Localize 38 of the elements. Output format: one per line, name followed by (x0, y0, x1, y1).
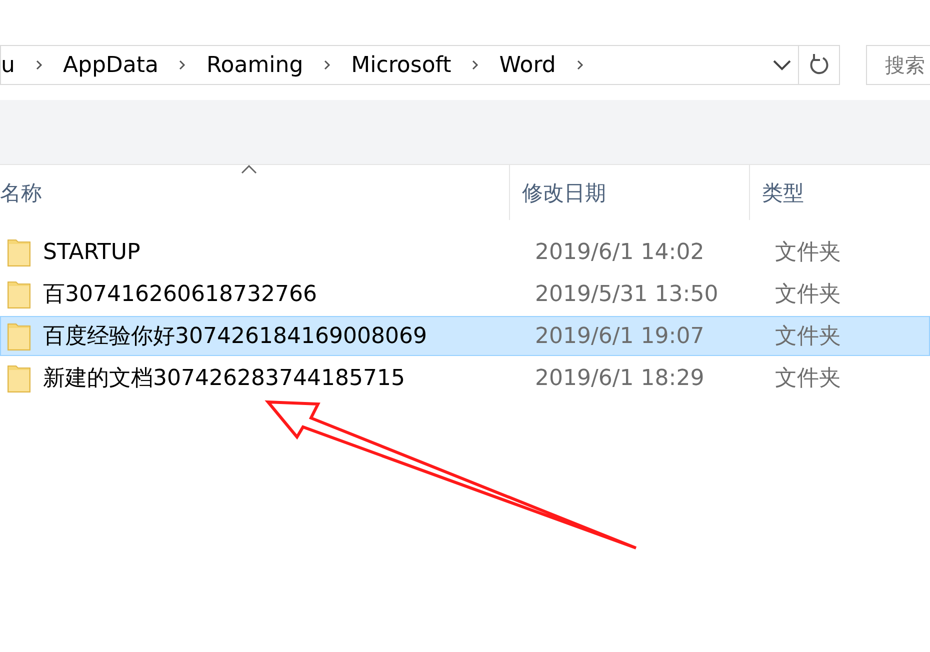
refresh-icon (808, 53, 830, 77)
breadcrumb-item[interactable]: AppData (62, 52, 158, 78)
breadcrumb-item[interactable]: Microsoft (351, 52, 452, 78)
file-row[interactable]: 百度经验你好307426184169008069 2019/6/1 19:07 文件夹 (0, 316, 930, 356)
file-type: 文件夹 (774, 365, 841, 393)
dropdown-caret-icon[interactable] (772, 59, 792, 71)
breadcrumb-item[interactable]: u (1, 52, 15, 78)
file-name: 百度经验你好307426184169008069 (43, 323, 428, 351)
search-field[interactable]: 搜索 (866, 45, 930, 85)
folder-icon (7, 363, 31, 393)
modified-date: 2019/5/31 13:50 (534, 282, 720, 306)
file-type: 文件夹 (774, 239, 841, 267)
folder-icon (7, 321, 31, 351)
file-name: STARTUP (43, 240, 142, 264)
sort-up-icon (240, 165, 256, 174)
breadcrumb-item[interactable]: Word (499, 52, 556, 78)
folder-icon (7, 279, 31, 309)
modified-date: 2019/6/1 19:07 (534, 324, 706, 348)
chevron-right-icon (323, 59, 332, 71)
file-type: 文件夹 (774, 281, 841, 309)
chevron-right-icon (471, 59, 480, 71)
chevron-right-icon (576, 59, 584, 71)
file-name: 新建的文档307426283744185715 (43, 365, 406, 393)
chevron-right-icon (34, 59, 43, 71)
refresh-button[interactable] (798, 45, 840, 85)
file-row[interactable]: 新建的文档307426283744185715 2019/6/1 18:29 文件夹 (0, 358, 930, 398)
file-row[interactable]: STARTUP 2019/6/1 14:02 文件夹 (0, 232, 930, 272)
folder-icon (7, 237, 31, 267)
file-name: 百307416260618732766 (43, 281, 318, 309)
modified-date: 2019/6/1 14:02 (534, 240, 706, 264)
modified-date: 2019/6/1 18:29 (534, 366, 706, 390)
file-row[interactable]: 百307416260618732766 2019/5/31 13:50 文件夹 (0, 274, 930, 314)
column-header[interactable]: 类型 (750, 165, 930, 220)
chevron-right-icon (178, 59, 186, 71)
breadcrumb-item[interactable]: Roaming (206, 52, 304, 78)
column-header[interactable]: 名称 (0, 165, 510, 220)
column-header[interactable]: 修改日期 (510, 165, 750, 220)
file-type: 文件夹 (774, 323, 841, 351)
